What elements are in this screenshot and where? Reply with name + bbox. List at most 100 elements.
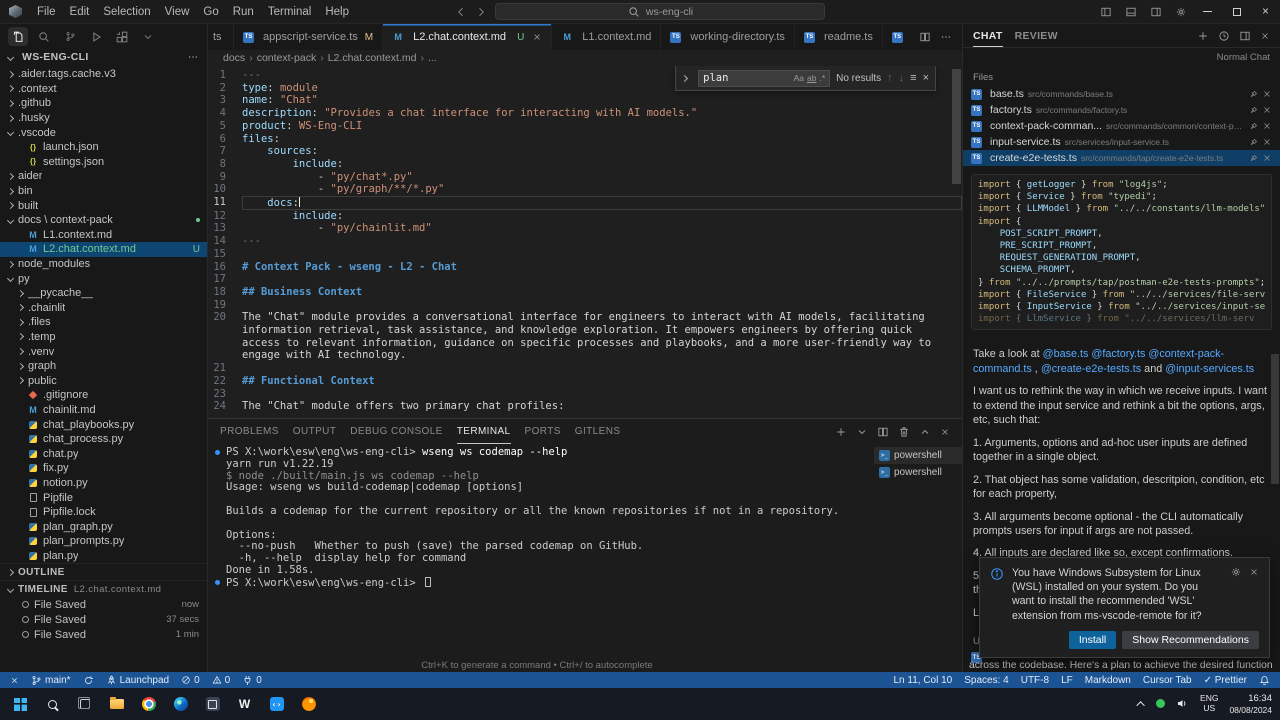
next-match-icon[interactable]: ↓ [899, 72, 905, 84]
chat-file-create-e2e-tests-ts[interactable]: TS create-e2e-tests.ts src/commands/tap/cr… [963, 150, 1280, 166]
firefox-icon[interactable] [296, 692, 321, 717]
explorer-more-actions-icon[interactable] [187, 51, 199, 63]
tree-item-files[interactable]: .files [0, 315, 207, 330]
extensions-icon[interactable] [112, 27, 132, 46]
terminal-session-1[interactable]: >_ powershell [874, 447, 962, 464]
menu-edit[interactable]: Edit [63, 4, 97, 20]
panel-scrollbar[interactable] [1271, 354, 1279, 484]
breadcrumb-item-context-pack[interactable]: context-pack [257, 52, 317, 64]
indentation-item[interactable]: Spaces: 4 [958, 672, 1014, 688]
toggle-replace-icon[interactable] [681, 74, 689, 82]
tree-item-graph[interactable]: graph [0, 359, 207, 374]
run-debug-icon[interactable] [86, 27, 106, 46]
tree-item-pipfile[interactable]: Pipfile [0, 490, 207, 505]
breadcrumb-item-l2-chat-context-md[interactable]: L2.chat.context.md [328, 52, 417, 64]
close-find-icon[interactable]: × [923, 72, 929, 84]
split-terminal-icon[interactable] [877, 426, 889, 438]
find-input-box[interactable]: plan Aa ab .* [698, 69, 831, 87]
timeline-section[interactable]: TIMELINE L2.chat.context.md [0, 580, 207, 597]
tree-item-py[interactable]: py [0, 271, 207, 286]
tree-item-chat-process-py[interactable]: chat_process.py [0, 432, 207, 447]
timeline-entry[interactable]: File Saved now [0, 597, 207, 612]
tree-item-aider-tags-cache-v3[interactable]: .aider.tags.cache.v3 [0, 67, 207, 82]
panel-tab-output[interactable]: OUTPUT [293, 419, 337, 444]
editor[interactable]: 1 --- 2 type: module 3 name: "Chat" 4 descripti… [208, 66, 962, 418]
tree-item-fix-py[interactable]: fix.py [0, 461, 207, 476]
file-mention-link[interactable]: @base.ts [1043, 348, 1089, 360]
chrome-icon[interactable] [136, 692, 161, 717]
remove-file-icon[interactable] [1262, 153, 1272, 163]
word-icon[interactable] [232, 692, 257, 717]
settings-gear-icon[interactable] [1168, 6, 1193, 18]
chat-mode[interactable]: Normal Chat [1217, 52, 1270, 63]
chat-file-factory-ts[interactable]: TS factory.ts src/commands/factory.ts [963, 102, 1280, 118]
panel-tab-problems[interactable]: PROBLEMS [220, 419, 279, 444]
ports-item[interactable]: 0 [236, 672, 268, 688]
tree-item-launch-json[interactable]: {} launch.json [0, 140, 207, 155]
explorer-icon[interactable] [8, 27, 28, 46]
tree-item-husky[interactable]: .husky [0, 111, 207, 126]
vscode-icon[interactable] [264, 692, 289, 717]
start-button[interactable] [8, 692, 33, 717]
tree-item-settings-json[interactable]: {} settings.json [0, 155, 207, 170]
timeline-entry[interactable]: File Saved 1 min [0, 627, 207, 642]
regex-icon[interactable]: .* [819, 73, 825, 83]
remote-indicator[interactable] [4, 672, 25, 688]
split-editor-icon[interactable] [919, 31, 931, 43]
pin-icon[interactable] [1249, 138, 1258, 147]
more-views-icon[interactable] [138, 27, 158, 46]
code-preview[interactable]: import { getLogger } from "log4js"; impor… [971, 174, 1272, 331]
more-actions-icon[interactable] [940, 31, 952, 43]
tree-item-pipfile-lock[interactable]: Pipfile.lock [0, 505, 207, 520]
chat-file-context-pack-comman[interactable]: TS context-pack-comman... src/commands/com… [963, 118, 1280, 134]
panel-tab-debug-console[interactable]: DEBUG CONSOLE [350, 419, 442, 444]
prettier-item[interactable]: ✓ Prettier [1198, 672, 1253, 688]
tree-item-bin[interactable]: bin [0, 184, 207, 199]
tree-item-chainlit-md[interactable]: Mchainlit.md [0, 403, 207, 418]
editor-tab-appscript-service-ts[interactable]: TS appscript-service.ts M [234, 24, 384, 50]
tree-item-plan-graph-py[interactable]: plan_graph.py [0, 519, 207, 534]
nav-back-icon[interactable] [455, 6, 467, 18]
search-button[interactable] [40, 692, 65, 717]
terminal[interactable]: PS X:\work\esw\eng\ws-eng-cli> wseng ws … [208, 444, 874, 672]
pin-icon[interactable] [1249, 122, 1258, 131]
notifications-bell-icon[interactable] [1253, 672, 1276, 688]
chat-file-input-service-ts[interactable]: TS input-service.ts src/services/input-ser… [963, 134, 1280, 150]
editor-scrollbar[interactable] [952, 69, 961, 184]
tree-item-gitignore[interactable]: .gitignore [0, 388, 207, 403]
file-explorer-icon[interactable] [104, 692, 129, 717]
menu-help[interactable]: Help [318, 4, 356, 20]
panel-tab-terminal[interactable]: TERMINAL [456, 419, 511, 444]
outline-section[interactable]: OUTLINE [0, 563, 207, 580]
tree-item-plan-py[interactable]: plan.py [0, 549, 207, 564]
menu-view[interactable]: View [158, 4, 197, 20]
pin-icon[interactable] [1249, 106, 1258, 115]
tree-item-docs-context-pack[interactable]: docs \ context-pack [0, 213, 207, 228]
notification-close-icon[interactable] [1249, 566, 1259, 578]
close-button[interactable]: × [1251, 0, 1280, 23]
language-item[interactable]: Markdown [1079, 672, 1137, 688]
panel-tab-ports[interactable]: PORTS [525, 419, 561, 444]
tree-item-github[interactable]: .github [0, 96, 207, 111]
editor-tab-readme-ts[interactable]: TS readme.ts [794, 24, 883, 50]
install-button[interactable]: Install [1068, 631, 1117, 649]
editor-tab-l1-context-md[interactable]: M L1.context.md [552, 24, 662, 50]
pin-icon[interactable] [1249, 154, 1258, 163]
tree-item-built[interactable]: built [0, 198, 207, 213]
editor-tab-implement-commanc[interactable]: TSimplement-commanc [882, 24, 909, 50]
show-recommendations-button[interactable]: Show Recommendations [1122, 631, 1259, 649]
taskbar-clock[interactable]: 16:34 08/08/2024 [1229, 693, 1272, 715]
editor-tab-ts[interactable]: ts [208, 24, 234, 50]
tree-item-l2-chat-context-md[interactable]: M L2.chat.context.md U [0, 242, 207, 257]
search-icon[interactable] [34, 27, 54, 46]
editor-tab-l2-chat-context-md[interactable]: M L2.chat.context.md U [383, 24, 553, 50]
toggle-sidebar-icon[interactable] [1093, 6, 1118, 18]
tree-item-l1-context-md[interactable]: M L1.context.md [0, 228, 207, 243]
sync-changes-icon[interactable] [77, 672, 100, 688]
toggle-panel-icon[interactable] [1118, 6, 1143, 18]
chat-tab-chat[interactable]: CHAT [973, 24, 1003, 47]
editor-tab-working-directory-ts[interactable]: TS working-directory.ts [661, 24, 795, 50]
prev-match-icon[interactable]: ↑ [887, 72, 893, 84]
menu-file[interactable]: File [30, 4, 63, 20]
eol-item[interactable]: LF [1055, 672, 1079, 688]
